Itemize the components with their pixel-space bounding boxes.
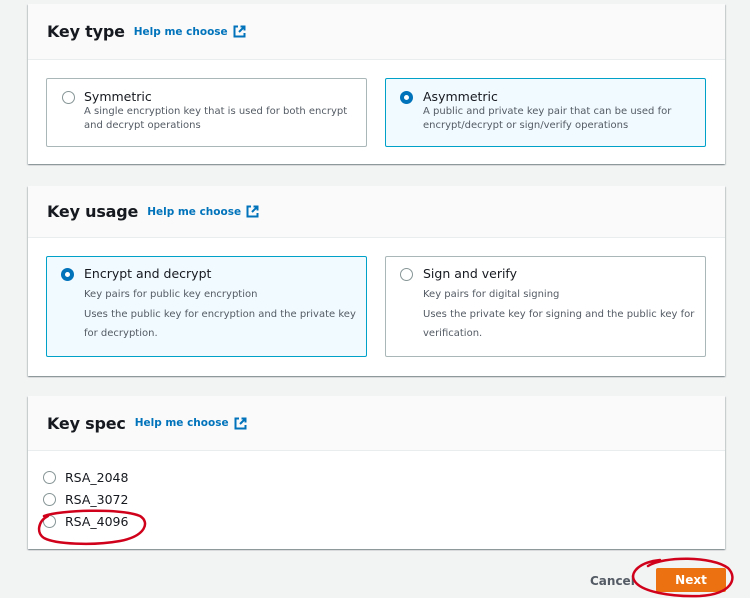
asymmetric-description: A public and private key pair that can b… bbox=[423, 106, 672, 131]
rsa-2048-radio[interactable] bbox=[43, 471, 56, 484]
key-spec-header: Key spec Help me choose bbox=[28, 396, 725, 451]
key-spec-option-rsa-3072[interactable]: RSA_3072 bbox=[43, 492, 128, 507]
key-spec-title: Key spec bbox=[47, 413, 126, 433]
external-link-icon bbox=[234, 417, 247, 430]
key-usage-sign-tile[interactable]: Sign and verify Key pairs for digital si… bbox=[385, 256, 706, 357]
rsa-4096-radio[interactable] bbox=[43, 515, 56, 528]
help-link-label: Help me choose bbox=[134, 417, 229, 429]
key-usage-help-link[interactable]: Help me choose bbox=[147, 205, 259, 218]
cancel-button[interactable]: Cancel bbox=[590, 574, 635, 588]
key-type-asymmetric-tile[interactable]: Asymmetric A public and private key pair… bbox=[385, 78, 706, 147]
key-spec-option-rsa-2048[interactable]: RSA_2048 bbox=[43, 470, 128, 485]
encrypt-decrypt-radio[interactable] bbox=[61, 268, 74, 281]
key-type-title: Key type bbox=[47, 22, 125, 41]
key-usage-title: Key usage bbox=[47, 202, 139, 221]
rsa-2048-label: RSA_2048 bbox=[65, 470, 129, 485]
external-link-icon bbox=[233, 25, 246, 38]
sign-verify-description: Uses the private key for signing and the… bbox=[423, 309, 695, 339]
rsa-3072-radio[interactable] bbox=[43, 493, 56, 506]
key-spec-help-link[interactable]: Help me choose bbox=[135, 417, 247, 430]
sign-verify-label: Sign and verify bbox=[423, 266, 518, 281]
sign-verify-subtitle: Key pairs for digital signing bbox=[423, 289, 560, 300]
encrypt-decrypt-label: Encrypt and decrypt bbox=[84, 266, 212, 281]
symmetric-description: A single encryption key that is used for… bbox=[84, 106, 348, 131]
rsa-3072-label: RSA_3072 bbox=[65, 492, 129, 507]
key-spec-panel: Key spec Help me choose RSA_2048 RSA_307… bbox=[28, 396, 725, 549]
encrypt-decrypt-subtitle: Key pairs for public key encryption bbox=[84, 289, 258, 300]
help-link-label: Help me choose bbox=[133, 25, 228, 38]
symmetric-radio[interactable] bbox=[62, 91, 75, 104]
key-spec-option-rsa-4096[interactable]: RSA_4096 bbox=[43, 514, 128, 529]
key-type-panel: Key type Help me choose Symmetric A sing… bbox=[28, 4, 725, 164]
symmetric-label: Symmetric bbox=[84, 89, 152, 104]
external-link-icon bbox=[246, 205, 259, 218]
asymmetric-radio[interactable] bbox=[400, 91, 413, 104]
next-button[interactable]: Next bbox=[656, 568, 726, 592]
key-usage-panel: Key usage Help me choose Encrypt and dec… bbox=[28, 186, 725, 376]
encrypt-decrypt-description: Uses the public key for encryption and t… bbox=[84, 309, 356, 339]
sign-verify-radio[interactable] bbox=[400, 268, 413, 281]
key-usage-header: Key usage Help me choose bbox=[28, 186, 725, 238]
key-usage-encrypt-tile[interactable]: Encrypt and decrypt Key pairs for public… bbox=[46, 256, 367, 357]
key-type-symmetric-tile[interactable]: Symmetric A single encryption key that i… bbox=[46, 78, 367, 147]
rsa-4096-label: RSA_4096 bbox=[65, 514, 129, 529]
asymmetric-label: Asymmetric bbox=[423, 89, 498, 104]
key-type-help-link[interactable]: Help me choose bbox=[134, 25, 246, 38]
key-type-header: Key type Help me choose bbox=[28, 4, 725, 60]
help-link-label: Help me choose bbox=[147, 205, 242, 218]
